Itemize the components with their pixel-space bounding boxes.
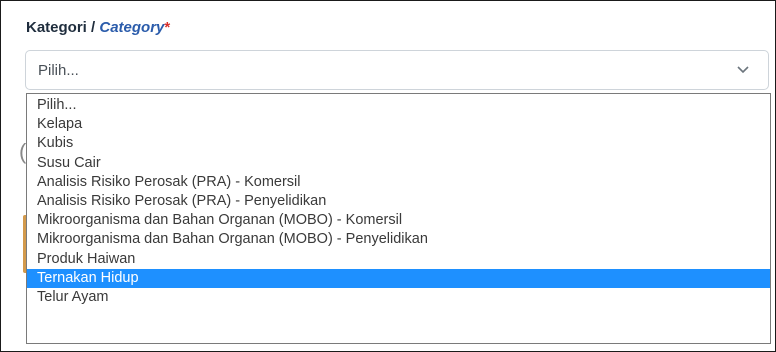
dropdown-option[interactable]: Susu Cair [27, 154, 770, 173]
category-dropdown-list[interactable]: Pilih... Kelapa Kubis Susu Cair Analisis Ris… [26, 93, 771, 344]
category-label-ms: Kategori [26, 19, 87, 36]
form-frame: Kategori / Category* Pilih... ( Pilih...… [0, 0, 776, 352]
dropdown-option[interactable]: Kubis [27, 134, 770, 153]
dropdown-option[interactable]: Pilih... [27, 96, 770, 115]
dropdown-option[interactable]: Kelapa [27, 115, 770, 134]
dropdown-option[interactable]: Mikroorganisma dan Bahan Organan (MOBO) … [27, 211, 770, 230]
category-label-en: Category [99, 19, 165, 36]
dropdown-option[interactable]: Analisis Risiko Perosak (PRA) - Komersil [27, 173, 770, 192]
category-select-value: Pilih... [38, 62, 79, 79]
dropdown-option[interactable]: Ternakan Hidup [27, 268, 770, 288]
chevron-down-icon [737, 66, 749, 74]
dropdown-option[interactable]: Produk Haiwan [27, 250, 770, 269]
required-mark: * [164, 19, 171, 36]
dropdown-option[interactable]: Analisis Risiko Perosak (PRA) - Penyelid… [27, 192, 770, 211]
category-label: Kategori / Category* [26, 19, 170, 36]
category-select[interactable]: Pilih... [25, 50, 769, 90]
dropdown-option[interactable]: Mikroorganisma dan Bahan Organan (MOBO) … [27, 230, 770, 249]
label-separator: / [86, 19, 100, 36]
dropdown-option[interactable]: Telur Ayam [27, 288, 770, 307]
